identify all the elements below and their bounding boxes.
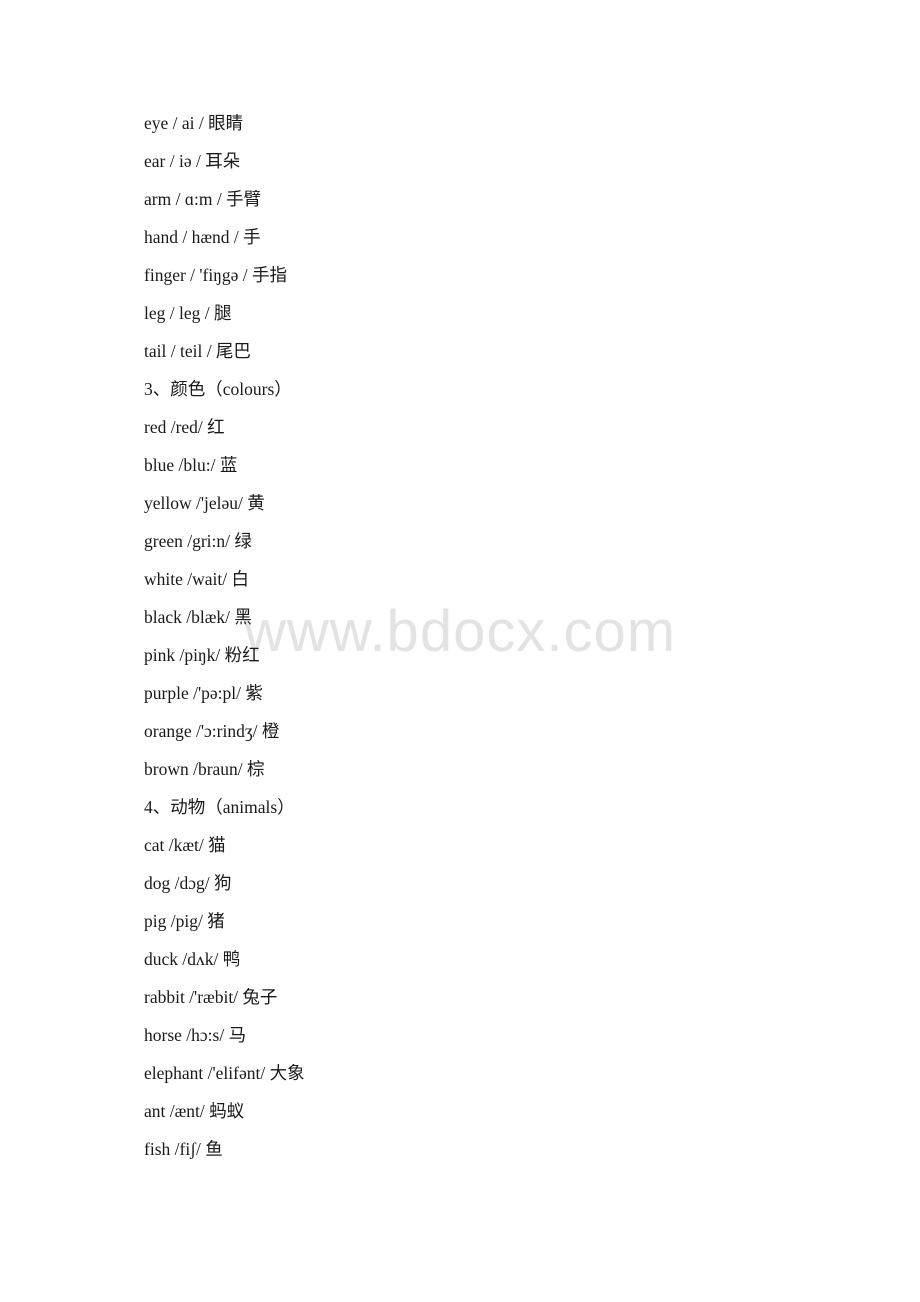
section-heading: 3、颜色（colours）: [144, 379, 292, 399]
vocabulary-entry: brown /braun/ 棕: [144, 759, 265, 779]
vocabulary-entry: hand / hænd / 手: [144, 227, 261, 247]
vocabulary-entry: white /wait/ 白: [144, 569, 249, 589]
vocabulary-entry: tail / teil / 尾巴: [144, 341, 251, 361]
vocabulary-entry: elephant /'elifənt/ 大象: [144, 1063, 305, 1083]
vocabulary-entry: horse /hɔ:s/ 马: [144, 1025, 247, 1045]
vocabulary-entry: eye / ai / 眼睛: [144, 113, 244, 133]
vocabulary-entry: dog /dɔg/ 狗: [144, 873, 232, 893]
vocabulary-entry: black /blæk/ 黑: [144, 607, 252, 627]
vocabulary-entry: orange /'ɔ:rindʒ/ 橙: [144, 721, 280, 741]
vocabulary-entry: pink /piŋk/ 粉红: [144, 645, 260, 665]
vocabulary-entry: rabbit /'ræbit/ 兔子: [144, 987, 278, 1007]
vocabulary-entry: green /gri:n/ 绿: [144, 531, 252, 551]
vocabulary-entry: red /red/ 红: [144, 417, 225, 437]
vocabulary-entry: duck /dʌk/ 鸭: [144, 949, 241, 969]
vocabulary-entry: arm / ɑ:m / 手臂: [144, 189, 262, 209]
vocabulary-entry: purple /'pə:pl/ 紫: [144, 683, 263, 703]
document-page: www.bdocx.com eye / ai / 眼睛 ear / iə / 耳朵…: [0, 0, 920, 1302]
document-body: eye / ai / 眼睛 ear / iə / 耳朵 arm / ɑ:m / 手臂…: [144, 104, 880, 1168]
vocabulary-entry: cat /kæt/ 猫: [144, 835, 226, 855]
vocabulary-entry: blue /blu:/ 蓝: [144, 455, 238, 475]
vocabulary-entry: ant /ænt/ 蚂蚁: [144, 1101, 245, 1121]
vocabulary-entry: leg / leg / 腿: [144, 303, 232, 323]
vocabulary-entry: finger / 'fiŋgə / 手指: [144, 265, 288, 285]
vocabulary-entry: fish /fiʃ/ 鱼: [144, 1139, 223, 1159]
section-heading: 4、动物（animals）: [144, 797, 295, 817]
vocabulary-entry: yellow /'jeləu/ 黄: [144, 493, 265, 513]
vocabulary-entry: pig /pig/ 猪: [144, 911, 225, 931]
vocabulary-entry: ear / iə / 耳朵: [144, 151, 241, 171]
